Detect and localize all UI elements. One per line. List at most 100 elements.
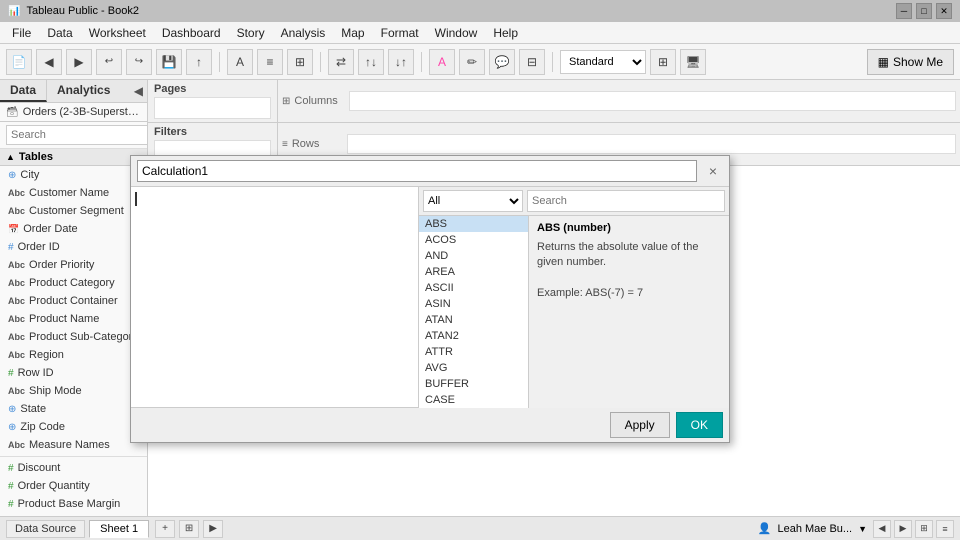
- collapse-panel-icon[interactable]: ◀: [134, 84, 143, 98]
- columns-drop[interactable]: [349, 91, 956, 111]
- func-asin[interactable]: ASIN: [419, 296, 528, 312]
- view-control-4[interactable]: ≡: [936, 520, 954, 538]
- close-button[interactable]: ✕: [936, 3, 952, 19]
- user-name[interactable]: Leah Mae Bu...: [777, 523, 852, 535]
- title-bar: 📊 Tableau Public - Book2 ─ □ ✕: [0, 0, 960, 22]
- minimize-button[interactable]: ─: [896, 3, 912, 19]
- func-buffer[interactable]: BUFFER: [419, 376, 528, 392]
- apply-button[interactable]: Apply: [610, 412, 670, 438]
- field-product-margin[interactable]: # Product Base Margin: [0, 495, 147, 513]
- field-ship-mode[interactable]: Abc Ship Mode: [0, 382, 147, 400]
- tab-analytics[interactable]: Analytics: [47, 80, 120, 102]
- field-state[interactable]: ⊕ State: [0, 400, 147, 418]
- func-avg[interactable]: AVG: [419, 360, 528, 376]
- new-button[interactable]: 📄: [6, 49, 32, 75]
- field-product-subcat[interactable]: Abc Product Sub-Category: [0, 328, 147, 346]
- dialog-close-button[interactable]: ×: [703, 161, 723, 181]
- dialog-body: All Number String Date Logical Aggregate…: [131, 187, 729, 407]
- sort-asc-button[interactable]: ↑↓: [358, 49, 384, 75]
- field-region[interactable]: Abc Region: [0, 346, 147, 364]
- tab-data[interactable]: Data: [0, 80, 47, 102]
- func-abs[interactable]: ABS: [419, 216, 528, 232]
- field-order-date[interactable]: 📅 Order Date: [0, 220, 147, 238]
- maximize-button[interactable]: □: [916, 3, 932, 19]
- func-category-select[interactable]: All Number String Date Logical Aggregate: [423, 190, 523, 212]
- show-me-button[interactable]: ▦ Show Me: [867, 49, 954, 75]
- field-order-priority[interactable]: Abc Order Priority: [0, 256, 147, 274]
- menu-format[interactable]: Format: [373, 24, 427, 42]
- tooltip-button2[interactable]: ⊟: [519, 49, 545, 75]
- format-size-button[interactable]: A: [227, 49, 253, 75]
- menu-map[interactable]: Map: [333, 24, 372, 42]
- redo-button[interactable]: ↪: [126, 49, 152, 75]
- view-control-2[interactable]: ▶: [894, 520, 912, 538]
- view-control-3[interactable]: ⊞: [915, 520, 933, 538]
- func-case[interactable]: CASE: [419, 392, 528, 408]
- field-search-input[interactable]: [6, 125, 148, 145]
- duplicate-sheet-btn[interactable]: ⊞: [179, 520, 199, 538]
- color-button[interactable]: A: [429, 49, 455, 75]
- pages-drop-area[interactable]: [154, 97, 271, 119]
- data-source-name[interactable]: Orders (2-3B-Supersto...: [23, 106, 141, 118]
- field-discount[interactable]: # Discount: [0, 459, 147, 477]
- view-btn[interactable]: ⊞: [650, 49, 676, 75]
- func-attr[interactable]: ATTR: [419, 344, 528, 360]
- toolbar: 📄 ◀ ▶ ↩ ↪ 💾 ↑ A ≡ ⊞ ⇄ ↑↓ ↓↑ A ✏ 💬 ⊟ Stan…: [0, 44, 960, 80]
- menu-file[interactable]: File: [4, 24, 39, 42]
- field-row-id[interactable]: # Row ID: [0, 364, 147, 382]
- rows-drop[interactable]: [347, 134, 956, 154]
- field-product-name[interactable]: Abc Product Name: [0, 310, 147, 328]
- publish-button[interactable]: ↑: [186, 49, 212, 75]
- device-btn[interactable]: 🖥: [680, 49, 706, 75]
- func-atan[interactable]: ATAN: [419, 312, 528, 328]
- swap-button[interactable]: ⇄: [328, 49, 354, 75]
- new-sheet-btn[interactable]: +: [155, 520, 175, 538]
- undo-button[interactable]: ↩: [96, 49, 122, 75]
- sort-desc-button[interactable]: ↓↑: [388, 49, 414, 75]
- menu-bar: File Data Worksheet Dashboard Story Anal…: [0, 22, 960, 44]
- field-order-qty[interactable]: # Order Quantity: [0, 477, 147, 495]
- view-size-select[interactable]: Standard Fit Width Fit Height Entire Vie…: [560, 50, 646, 74]
- menu-data[interactable]: Data: [39, 24, 80, 42]
- field-city[interactable]: ⊕ City: [0, 166, 147, 184]
- field-product-container[interactable]: Abc Product Container: [0, 292, 147, 310]
- func-filter-row: All Number String Date Logical Aggregate: [419, 187, 729, 216]
- formula-editor[interactable]: [131, 187, 419, 407]
- menu-dashboard[interactable]: Dashboard: [154, 24, 229, 42]
- back-button[interactable]: ◀: [36, 49, 62, 75]
- scroll-sheets-btn[interactable]: ▶: [203, 520, 223, 538]
- annotation-button[interactable]: ✏: [459, 49, 485, 75]
- field-product-category[interactable]: Abc Product Category: [0, 274, 147, 292]
- field-zip[interactable]: ⊕ Zip Code: [0, 418, 147, 436]
- field-customer-name[interactable]: Abc Customer Name: [0, 184, 147, 202]
- func-search-input[interactable]: [527, 190, 725, 212]
- field-measure-names[interactable]: Abc Measure Names: [0, 436, 147, 454]
- menu-analysis[interactable]: Analysis: [273, 24, 334, 42]
- field-profit[interactable]: # Profit: [0, 513, 147, 516]
- data-source-tab[interactable]: Data Source: [6, 520, 85, 538]
- menu-window[interactable]: Window: [427, 24, 486, 42]
- tooltip-button[interactable]: 💬: [489, 49, 515, 75]
- menu-worksheet[interactable]: Worksheet: [81, 24, 154, 42]
- field-order-id[interactable]: # Order ID: [0, 238, 147, 256]
- sheet-tab[interactable]: Sheet 1: [89, 520, 149, 538]
- func-atan2[interactable]: ATAN2: [419, 328, 528, 344]
- func-area[interactable]: AREA: [419, 264, 528, 280]
- func-ascii[interactable]: ASCII: [419, 280, 528, 296]
- calculation-name-input[interactable]: [137, 160, 697, 182]
- field-customer-segment[interactable]: Abc Customer Segment: [0, 202, 147, 220]
- user-dropdown-icon[interactable]: ▼: [858, 524, 867, 534]
- func-acos[interactable]: ACOS: [419, 232, 528, 248]
- ok-button[interactable]: OK: [676, 412, 723, 438]
- view-control-1[interactable]: ◀: [873, 520, 891, 538]
- search-area: ▼ ⊞ ⚙: [0, 122, 147, 149]
- tables-section-header[interactable]: ▲ Tables: [0, 149, 147, 166]
- format-button2[interactable]: ≡: [257, 49, 283, 75]
- menu-help[interactable]: Help: [485, 24, 526, 42]
- save-button[interactable]: 💾: [156, 49, 182, 75]
- tables-arrow-icon: ▲: [6, 152, 15, 162]
- forward-button[interactable]: ▶: [66, 49, 92, 75]
- func-and[interactable]: AND: [419, 248, 528, 264]
- format-button3[interactable]: ⊞: [287, 49, 313, 75]
- menu-story[interactable]: Story: [229, 24, 273, 42]
